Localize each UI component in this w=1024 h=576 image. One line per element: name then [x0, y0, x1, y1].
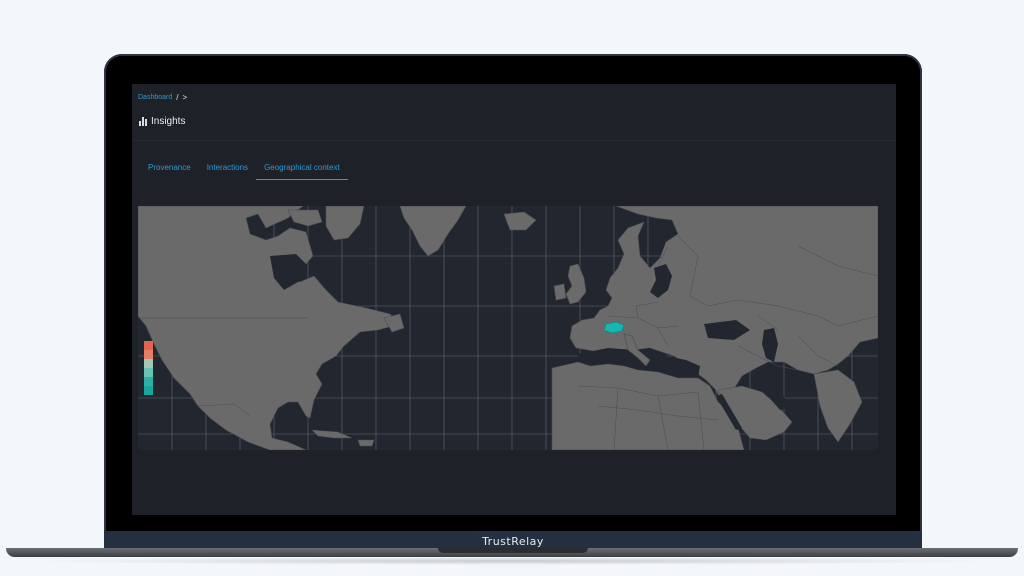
region-baffin-island	[325, 206, 365, 241]
legend-swatch-2	[144, 350, 153, 359]
world-map[interactable]	[138, 206, 878, 450]
region-ireland	[553, 283, 567, 301]
region-switzerland-highlight[interactable]	[603, 321, 625, 334]
map-color-legend	[144, 341, 153, 395]
region-great-britain	[565, 263, 587, 305]
tab-interactions[interactable]: Interactions	[199, 158, 256, 180]
breadcrumb: Dashboard / >	[138, 93, 187, 102]
tab-bar: Provenance Interactions Geographical con…	[140, 158, 348, 180]
world-map-svg	[138, 206, 878, 450]
tab-geographical-context[interactable]: Geographical context	[256, 158, 348, 180]
legend-swatch-4	[144, 368, 153, 377]
map-land	[138, 206, 878, 450]
tab-provenance[interactable]: Provenance	[140, 158, 199, 180]
region-india	[813, 369, 863, 443]
legend-swatch-1	[144, 341, 153, 350]
region-north-america	[138, 206, 401, 450]
header-divider	[132, 140, 896, 141]
device-brand-label: TrustRelay	[482, 534, 544, 548]
legend-swatch-6	[144, 386, 153, 395]
laptop-base-notch	[438, 548, 588, 553]
page-header: Insights	[139, 116, 185, 127]
region-arctic-islands	[287, 209, 323, 227]
app-screen: Dashboard / > Insights Provenance Intera…	[132, 84, 896, 515]
breadcrumb-chevron-icon: >	[182, 93, 188, 102]
laptop-shadow	[20, 557, 1004, 565]
legend-swatch-5	[144, 377, 153, 386]
laptop-chin: TrustRelay	[104, 531, 922, 549]
region-hispaniola	[357, 439, 375, 447]
page-title: Insights	[151, 116, 186, 127]
region-iceland	[503, 211, 537, 231]
legend-swatch-3	[144, 359, 153, 368]
breadcrumb-dashboard-link[interactable]: Dashboard	[138, 94, 172, 101]
bar-chart-icon	[139, 117, 147, 126]
breadcrumb-separator: /	[176, 93, 179, 102]
